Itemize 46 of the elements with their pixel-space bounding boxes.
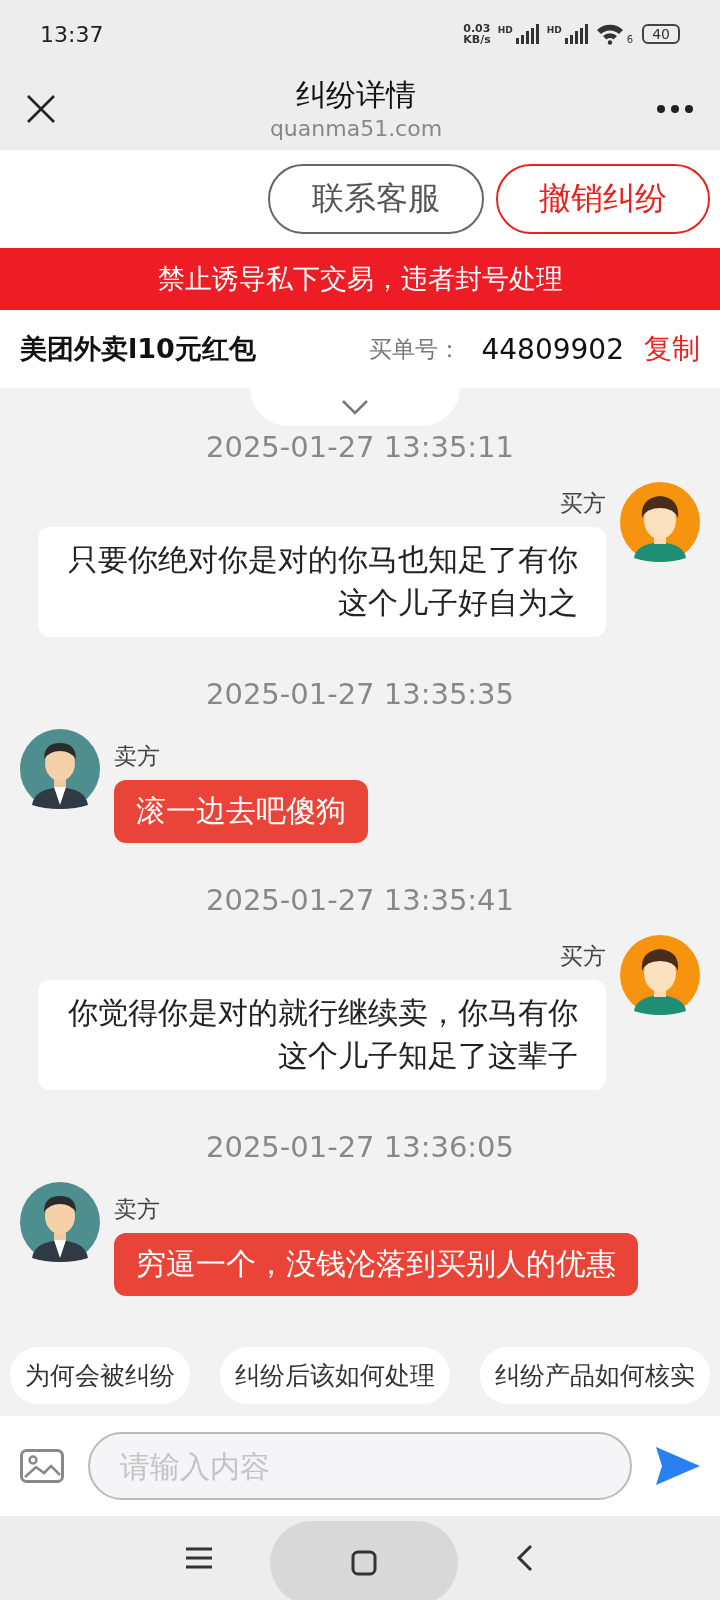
- page-url: quanma51.com: [269, 115, 443, 143]
- wifi-icon: [595, 23, 624, 45]
- timestamp: 2025-01-27 13:35:41: [206, 883, 514, 917]
- order-number-label: 买单号：: [369, 334, 462, 364]
- sender-name: 卖方: [114, 1195, 160, 1224]
- quick-question-chip[interactable]: 纠纷产品如何核实: [480, 1347, 710, 1404]
- wifi-label: 6: [626, 34, 634, 45]
- sender-name: 卖方: [114, 742, 160, 771]
- avatar-icon: [20, 729, 100, 809]
- message-bubble: 只要你绝对你是对的你马也知足了有你这个儿子好自为之: [38, 527, 606, 637]
- close-icon[interactable]: [26, 94, 56, 124]
- signal-icon: [515, 24, 540, 44]
- message-bubble: 你觉得你是对的就行继续卖，你马有你这个儿子知足了这辈子: [38, 980, 606, 1090]
- contact-service-button[interactable]: 联系客服: [268, 164, 484, 234]
- timestamp: 2025-01-27 13:35:11: [206, 430, 514, 464]
- notice-banner: 禁止诱导私下交易，违者封号处理: [0, 248, 720, 310]
- sender-name: 买方: [560, 489, 606, 518]
- network-speed: 0.03: [463, 23, 491, 34]
- timestamp: 2025-01-27 13:35:35: [206, 677, 514, 711]
- menu-icon[interactable]: [186, 1547, 212, 1569]
- send-icon[interactable]: [656, 1447, 700, 1485]
- battery-icon: 40: [642, 24, 680, 44]
- network-speed-unit: KB/s: [463, 34, 491, 45]
- message-bubble: 滚一边去吧傻狗: [114, 780, 368, 843]
- product-name: 美团外卖l10元红包: [20, 332, 257, 366]
- avatar-icon: [620, 935, 700, 1015]
- timestamp: 2025-01-27 13:36:05: [206, 1130, 514, 1164]
- avatar-icon: [620, 482, 700, 562]
- quick-question-chip[interactable]: 纠纷后该如何处理: [220, 1347, 450, 1404]
- hd-label: HD: [546, 25, 562, 35]
- avatar-icon: [20, 1182, 100, 1262]
- chevron-down-icon: [341, 399, 369, 415]
- order-number: 44809902: [481, 332, 624, 366]
- status-time: 13:37: [40, 21, 104, 47]
- cancel-dispute-button[interactable]: 撤销纠纷: [496, 164, 710, 234]
- page-title: 纠纷详情: [296, 76, 416, 114]
- message-bubble: 穷逼一个，没钱沦落到买别人的优惠: [114, 1233, 638, 1296]
- copy-link[interactable]: 复制: [644, 330, 700, 368]
- sender-name: 买方: [560, 942, 606, 971]
- hd-label: HD: [497, 25, 513, 35]
- square-icon: [351, 1550, 377, 1576]
- signal-icon: [564, 24, 589, 44]
- more-icon[interactable]: [656, 104, 694, 114]
- image-icon[interactable]: [20, 1449, 64, 1483]
- back-icon[interactable]: [516, 1544, 534, 1572]
- quick-question-chip[interactable]: 为何会被纠纷: [10, 1347, 190, 1404]
